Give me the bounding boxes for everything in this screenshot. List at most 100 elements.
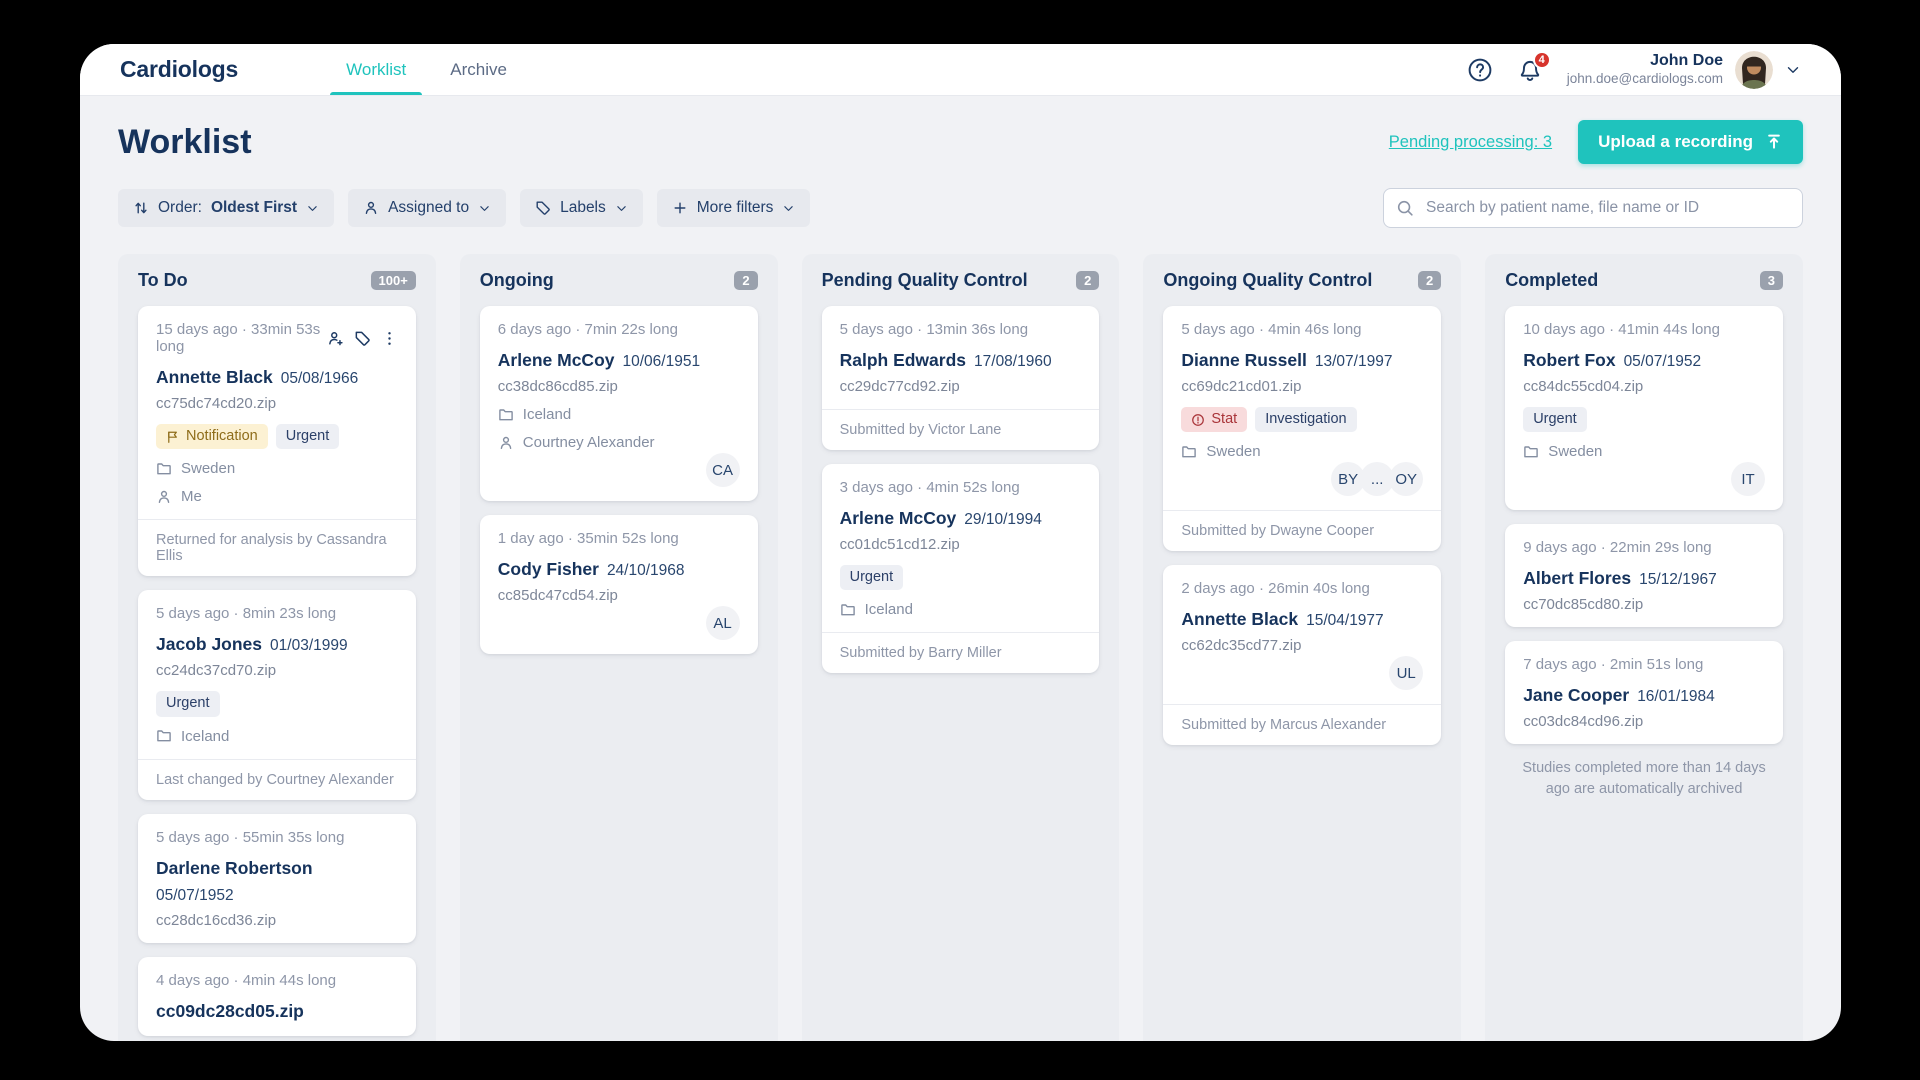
study-card[interactable]: 9 days ago · 22min 29s longAlbert Flores… [1505,524,1783,627]
patient-dob: 15/04/1977 [1306,612,1384,630]
card-footer-note: Submitted by Dwayne Cooper [1163,510,1441,551]
assignee-row: Me [156,488,398,505]
tag-icon [535,200,551,216]
board-column-ongoing[interactable]: Ongoing26 days ago · 7min 22s longArlene… [460,254,778,1041]
tab-archive[interactable]: Archive [434,44,523,95]
board-column-pending-quality-control[interactable]: Pending Quality Control25 days ago · 13m… [802,254,1120,1041]
patient-name: Arlene McCoy [840,508,957,529]
page-header-actions: Pending processing: 3 Upload a recording [1389,120,1803,164]
app-logo: Cardiologs [120,56,238,83]
user-avatar [1735,51,1773,89]
more-filters-label: More filters [697,199,774,217]
labels-label: Labels [560,199,606,217]
pending-processing-link[interactable]: Pending processing: 3 [1389,133,1552,152]
tag-label: Investigation [1265,411,1346,428]
search-input[interactable] [1383,188,1803,228]
column-count-badge: 2 [1076,271,1099,290]
column-note: Studies completed more than 14 days ago … [1505,758,1783,800]
column-title: Ongoing Quality Control [1163,270,1372,291]
tag-row: StatInvestigation [1181,407,1423,432]
study-card[interactable]: 5 days ago · 13min 36s longRalph Edwards… [822,306,1100,450]
chevron-down-icon [782,202,795,215]
card-meta: 10 days ago · 41min 44s long [1523,321,1720,338]
study-card[interactable]: 15 days ago · 33min 53s longAnnette Blac… [138,306,416,576]
main-tabs: WorklistArchive [330,44,523,95]
tag-label: Urgent [286,428,330,445]
card-body: 5 days ago · 8min 23s longJacob Jones01/… [138,590,416,758]
study-card[interactable]: 1 day ago · 35min 52s longCody Fisher24/… [480,515,758,654]
patient-dob: 15/12/1967 [1639,571,1717,589]
file-name: cc24dc37cd70.zip [156,662,398,679]
card-meta-row: 5 days ago · 4min 46s long [1181,321,1423,338]
plus-icon [672,200,688,216]
card-meta-row: 15 days ago · 33min 53s long [156,321,398,355]
study-card[interactable]: 3 days ago · 4min 52s longArlene McCoy29… [822,464,1100,673]
study-card[interactable]: 5 days ago · 55min 35s longDarlene Rober… [138,814,416,943]
tab-worklist[interactable]: Worklist [330,44,422,95]
card-body: 15 days ago · 33min 53s longAnnette Blac… [138,306,416,519]
user-name: John Doe [1567,51,1723,71]
folder-icon [498,407,514,423]
card-title-row: Arlene McCoy10/06/1951 [498,350,740,371]
help-button[interactable] [1467,57,1493,83]
card-meta: 7 days ago · 2min 51s long [1523,656,1703,673]
folder-row: Iceland [840,601,1082,618]
card-meta-row: 5 days ago · 55min 35s long [156,829,398,846]
card-title-row: Robert Fox05/07/1952 [1523,350,1765,371]
add-label-button[interactable] [354,330,371,347]
card-title-row: Arlene McCoy29/10/1994 [840,508,1082,529]
study-card[interactable]: 7 days ago · 2min 51s long Jane Cooper 16/… [1505,641,1783,744]
user-menu[interactable]: John Doe john.doe@cardiologs.com [1567,51,1801,89]
study-card[interactable]: 2 days ago · 26min 40s longAnnette Black… [1163,565,1441,745]
file-name: cc69dc21cd01.zip [1181,378,1423,395]
avatar-row: AL [498,606,740,640]
person-icon [156,489,172,505]
tag-urgent: Urgent [1523,407,1587,432]
card-meta: 5 days ago · 13min 36s long [840,321,1028,338]
patient-name: Cody Fisher [498,559,599,580]
order-label: Order: [158,199,202,217]
assignee-name: Me [181,488,202,505]
more-filters-button[interactable]: More filters [657,189,811,227]
column-title: Ongoing [480,270,554,291]
assign-user-button[interactable] [327,330,344,347]
order-filter-button[interactable]: Order: Oldest First [118,189,334,227]
column-header: Completed3 [1505,270,1783,291]
card-title-row: Dianne Russell13/07/1997 [1181,350,1423,371]
labels-filter-button[interactable]: Labels [520,189,643,227]
card-body: 5 days ago · 55min 35s longDarlene Rober… [138,814,416,943]
board-column-ongoing-quality-control[interactable]: Ongoing Quality Control25 days ago · 4mi… [1143,254,1461,1041]
card-title-row: Jane Cooper 16/01/1984 [1523,685,1765,706]
study-card[interactable]: 5 days ago · 4min 46s long Dianne Russell… [1163,306,1441,551]
assigned-to-filter-button[interactable]: Assigned to [348,189,506,227]
avatar-row: IT [1523,462,1765,496]
avatar-row: CA [498,453,740,487]
avatar: UL [1389,656,1423,690]
study-card[interactable]: 4 days ago · 4min 44s longcc09dc28cd05.z… [138,957,416,1036]
card-menu-button[interactable] [381,330,398,347]
study-card[interactable]: 5 days ago · 8min 23s longJacob Jones01/… [138,590,416,799]
card-meta-row: 4 days ago · 4min 44s long [156,972,398,989]
person-icon [498,435,514,451]
board-column-completed[interactable]: Completed3 10 days ago · 41min 44s long Ro… [1485,254,1803,1041]
filter-toolbar: Order: Oldest First Assigned to Labels M [118,188,1803,228]
board-column-to-do[interactable]: To Do100+15 days ago · 33min 53s longAnn… [118,254,436,1041]
patient-dob: 16/01/1984 [1637,688,1715,706]
card-body: 7 days ago · 2min 51s long Jane Cooper 16/… [1505,641,1783,744]
card-meta: 4 days ago · 4min 44s long [156,972,336,989]
tag-row: Urgent [840,565,1082,590]
patient-dob: 05/07/1952 [156,887,234,905]
patient-name: Jane Cooper [1523,685,1629,706]
patient-dob: 05/08/1966 [281,370,359,388]
search-box [1383,188,1803,228]
card-meta-row: 2 days ago · 26min 40s long [1181,580,1423,597]
upload-recording-button[interactable]: Upload a recording [1578,120,1803,164]
folder-icon [156,461,172,477]
study-card[interactable]: 6 days ago · 7min 22s longArlene McCoy10… [480,306,758,501]
file-name: cc28dc16cd36.zip [156,912,398,929]
card-body: 5 days ago · 4min 46s long Dianne Russell… [1163,306,1441,510]
notifications-button[interactable]: 4 [1517,57,1543,83]
avatar: OY [1389,462,1423,496]
folder-row: Sweden [156,460,398,477]
study-card[interactable]: 10 days ago · 41min 44s long Robert Fox05… [1505,306,1783,510]
